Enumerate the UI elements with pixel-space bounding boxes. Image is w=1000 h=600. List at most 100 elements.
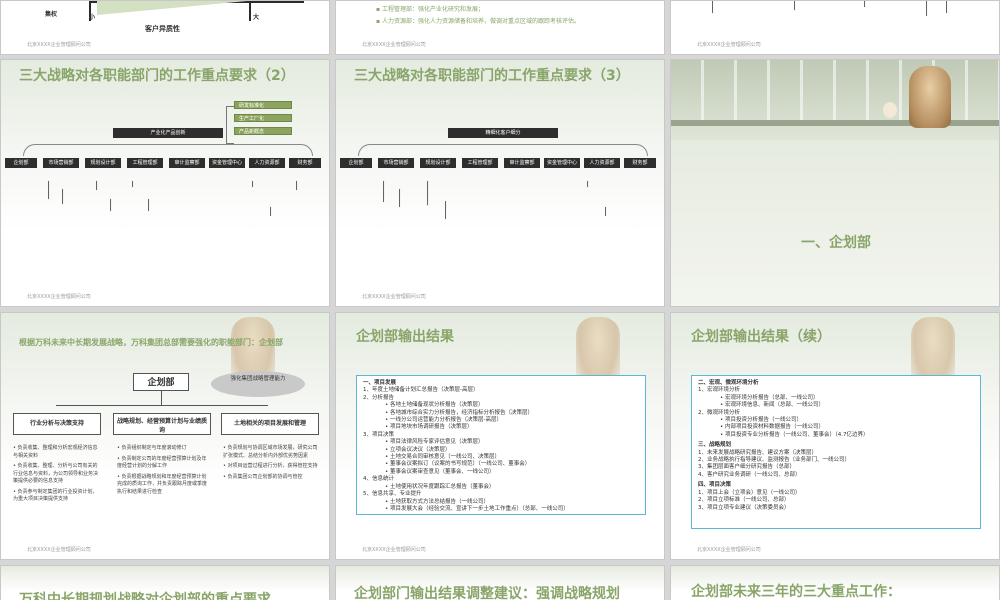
list-line: • 宏观环境信息、新闻（总部、一线公司） [720,402,824,409]
list-line: • 项目法律风险专家评估意见（决策层） [385,439,484,446]
vertical-text: ━━━ [791,1,797,11]
department-bar: 规划设计部 [420,158,456,168]
connector-arc [23,144,313,156]
slide-thumbnail-10[interactable]: 万科中长期规划战略对企划部的重点要求 [0,565,330,600]
list-item: • 负责根据战略规划和年度经营预算计划完成的质询工作，并负责跟踪月度或季度执行和… [117,473,208,495]
department-bar: 市场营销部 [378,158,414,168]
vertical-text: ━━━━━━━ [380,181,386,203]
slide-background [1,313,329,559]
vertical-text: ━━━━━━ [45,181,51,200]
list-line: • 土地使用状况年度跟踪汇总报告（董事会） [385,483,495,490]
list-line: 5、信息共享、专业提升 [363,491,422,498]
bullet-list: ▪ 工程管理部：强化产业化研究和发展； ▪ 人力资源部：强化人力资源储备和培养，… [376,4,580,28]
slide-footer: 北京XXXX企业管理顾问公司 [27,547,91,553]
green-box: 产品新概念 [234,127,292,135]
axis-label-large: 大 [253,14,260,21]
vertical-text: ━━ [129,181,135,188]
list-line: • 各地城市综合实力分析报告，经济指标分析报告（决策层） [385,409,533,416]
slide-sorter-grid: 集权 小 大 客户异质性 北京XXXX企业管理顾问公司 ▪ 工程管理部：强化产业… [0,0,1000,600]
cat-image [909,66,951,128]
list-line: 2、微观环境分析 [698,409,740,416]
department-bar: 人力资源部 [249,158,285,168]
connector-line [56,405,268,406]
slide-title: 万科中长期规划战略对企划部的重点要求 [19,592,271,600]
axis-label-small: 小 [89,14,96,21]
vertical-text: ━━━━━━ [442,201,448,220]
green-box: 研发标准化 [234,101,292,109]
department-bar: 审计监察部 [169,158,205,168]
list-line: • 董事会议案拟订（议案的书写规范）（一线公司、董事会） [385,461,531,468]
slide-title: 根据万科未来中长期发展战略，万科集团总部需要强化的职能部门：企划部 [19,338,283,347]
department-bar: 财务部 [624,158,656,168]
list-line: 3、集团层面客户细分研究报告（总部） [698,464,796,471]
col1-list: • 负责收集、整理和分析宏观经济信息与相关资料 • 负责收集、整理、分析与公司有… [13,445,101,504]
list-line: • 项目地块市场调研报告（决策层） [385,424,473,431]
slide-footer: 北京XXXX企业管理顾问公司 [362,294,426,300]
cup-image [883,102,897,118]
list-line: • 立项会议决议（决策层） [385,446,451,453]
connector-line [161,391,162,405]
org-box-col3: 土地相关的项目发展和管理 [221,413,319,435]
section-heading: 三、战略规划 [698,442,732,449]
slide-thumbnail-2[interactable]: ▪ 工程管理部：强化产业化研究和发展； ▪ 人力资源部：强化人力资源储备和培养，… [335,0,665,55]
vertical-text: ━━ [584,181,590,188]
list-line: • 土地获取方式方法总结报告（一线公司） [385,498,489,505]
list-line: • 项目发展大会（经验交流、宣讲下一步土地工作重点）（总部、一线公司） [385,505,569,512]
vertical-text: ━━━ [293,181,299,191]
vertical-text: ━━━ [267,207,273,217]
col2-list: • 负责组织制定与年度滚动修订 • 负责制定公司的年度经营预算计划及年度经营计划… [117,445,209,496]
department-bar: 资金管理中心 [209,158,245,168]
department-bar: 工程管理部 [462,158,498,168]
slide-thumbnail-7[interactable]: 根据万科未来中长期发展战略，万科集团总部需要强化的职能部门：企划部 企划部 强化… [0,312,330,560]
slide-title: 三大战略对各职能部门的工作重点要求（3） [354,68,630,84]
vertical-text: ━━ [861,1,867,8]
content-box: 一、项目发展 1、年度土地储备计划汇总报告（决策层-高层） 2、分析报告 • 各… [356,375,646,515]
list-item: • 负责组织制定与年度滚动修订 [117,445,187,451]
vertical-text: ━━━ [602,207,608,217]
vertical-text: ━━━━ [107,199,113,212]
list-line: 3、项目立项专业建议（决策委员会） [698,504,790,511]
slide-title: 企划部未来三年的三大重点工作： [691,584,901,600]
org-box-col1: 行业分析与决策支持 [13,413,101,435]
chart-divider [249,1,251,21]
slide-title: 企划部输出结果 [356,329,454,345]
vertical-text: ━━━━━━ [396,189,402,208]
list-item: • 负责制定公司的年度经营预算计划及年度经营计划的分解工作 [117,455,207,470]
slide-footer: 北京XXXX企业管理顾问公司 [697,547,761,553]
list-line: 4、客户研究业务调研（一线公司、总部） [698,471,801,478]
slide-thumbnail-6[interactable]: 一、企划部 [670,59,1000,307]
axis-label-left: 集权 [45,11,58,18]
list-line: 2、项目立项标准（一线公司、总部） [698,497,790,504]
slide-title: 三大战略对各职能部门的工作重点要求（2） [19,68,295,84]
list-line: 1、项目上会（立项会）意见（一线公司） [698,489,801,496]
department-bar: 市场营销部 [43,158,79,168]
chart-triangle [97,1,247,15]
list-item: • 负责收集、整理、分析与公司有关的行业信息与资料，为公司领导和业务决策提供必要… [13,463,99,484]
slide-thumbnail-9[interactable]: 企划部输出结果（续） 二、宏观、微观环境分析 1、宏观环境分析 • 宏观环境分析… [670,312,1000,560]
vertical-text: ━━━━━ [59,189,65,205]
list-line: 1、未来发展战略研究报告、建议方案（决策层） [698,449,818,456]
slide-thumbnail-8[interactable]: 企划部输出结果 一、项目发展 1、年度土地储备计划汇总报告（决策层-高层） 2、… [335,312,665,560]
bullet-item: ▪ 工程管理部：强化产业化研究和发展； [376,6,484,13]
slide-thumbnail-5[interactable]: 三大战略对各职能部门的工作重点要求（3） 精细化客户细分 企划部 市场营销部 规… [335,59,665,307]
slide-footer: 北京XXXX企业管理顾问公司 [362,547,426,553]
list-line: • 项目投资专业分析报告（一线公司、董事会）（4.7亿边界） [720,431,869,438]
slide-thumbnail-3[interactable]: ━━━━ ━━━ ━━ ━━━━━ ━━━━ 北京XXXX企业管理顾问公司 [670,0,1000,55]
green-box: 生产工厂化 [234,114,292,122]
slide-footer: 北京XXXX企业管理顾问公司 [27,42,91,48]
col3-list: • 负责规划与协调区域市场发展，研究公司扩张模式、总结分析内外部优劣势因素 • … [223,445,319,481]
slide-background [671,140,999,306]
vertical-text: ━━━━━━━━ [424,181,430,206]
section-title: 一、企划部 [801,235,871,251]
slide-footer: 北京XXXX企业管理顾问公司 [697,42,761,48]
slide-thumbnail-12[interactable]: 企划部未来三年的三大重点工作： [670,565,1000,600]
list-line: • 董事会议案审查意见（董事会、一线公司） [385,468,495,475]
slide-footer: 北京XXXX企业管理顾问公司 [27,294,91,300]
slide-title: 企划部门输出结果调整建议：强调战略规划 [354,586,620,600]
slide-thumbnail-11[interactable]: 企划部门输出结果调整建议：强调战略规划 [335,565,665,600]
axis-label-x: 客户异质性 [145,25,180,33]
slide-thumbnail-1[interactable]: 集权 小 大 客户异质性 北京XXXX企业管理顾问公司 [0,0,330,55]
slide-thumbnail-4[interactable]: 三大战略对各职能部门的工作重点要求（2） 产业化产品创新 研发标准化 生产工厂化… [0,59,330,307]
department-bar: 财务部 [289,158,321,168]
org-box-main: 企划部 [133,373,189,391]
